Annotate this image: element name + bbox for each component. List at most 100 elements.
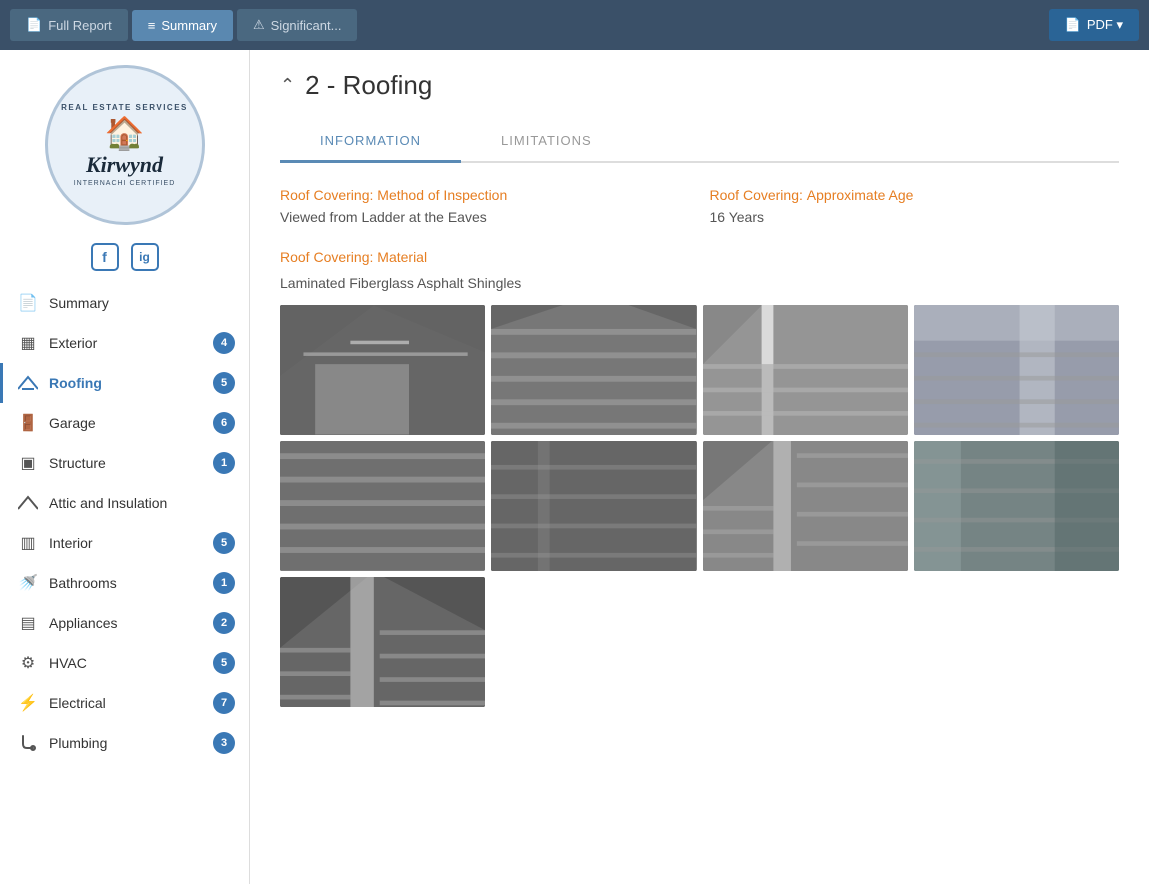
summary-button[interactable]: ≡ Summary bbox=[132, 10, 233, 41]
doc-icon: 📄 bbox=[26, 17, 42, 33]
pdf-label: PDF ▾ bbox=[1087, 17, 1123, 33]
material-highlight: Material bbox=[377, 249, 427, 265]
photo-4[interactable] bbox=[914, 305, 1119, 435]
significant-button[interactable]: ⚠ Significant... bbox=[237, 9, 357, 41]
sidebar-label-bathrooms: Bathrooms bbox=[49, 575, 117, 591]
sidebar-label-attic: Attic and Insulation bbox=[49, 495, 167, 511]
section-title: 2 - Roofing bbox=[305, 70, 432, 101]
sidebar-item-plumbing[interactable]: Plumbing 3 bbox=[0, 723, 249, 763]
photo-9[interactable] bbox=[280, 577, 485, 707]
info-fields: Roof Covering: Method of Inspection View… bbox=[280, 187, 1119, 225]
grid-icon: ▦ bbox=[17, 332, 39, 354]
info-value-age: 16 Years bbox=[710, 209, 1120, 225]
tab-limitations[interactable]: LIMITATIONS bbox=[461, 121, 632, 163]
sidebar-label-plumbing: Plumbing bbox=[49, 735, 107, 751]
top-navigation: 📄 Full Report ≡ Summary ⚠ Significant...… bbox=[0, 0, 1149, 50]
sidebar-label-roofing: Roofing bbox=[49, 375, 102, 391]
photo-1[interactable] bbox=[280, 305, 485, 435]
interior-badge: 5 bbox=[213, 532, 235, 554]
logo-area: REAL ESTATE SERVICES 🏠 Kirwynd INTERNACH… bbox=[0, 50, 249, 235]
facebook-icon[interactable]: f bbox=[91, 243, 119, 271]
door-icon: 🚪 bbox=[17, 412, 39, 434]
structure-badge: 1 bbox=[213, 452, 235, 474]
warn-icon: ⚠ bbox=[253, 17, 265, 33]
photo-grid-row3 bbox=[280, 577, 1119, 707]
sidebar-item-structure[interactable]: ▣ Structure 1 bbox=[0, 443, 249, 483]
electrical-badge: 7 bbox=[213, 692, 235, 714]
sidebar-label-hvac: HVAC bbox=[49, 655, 87, 671]
full-report-label: Full Report bbox=[48, 18, 112, 33]
sidebar-label-summary: Summary bbox=[49, 295, 109, 311]
section-header: ⌃ 2 - Roofing bbox=[280, 70, 1119, 101]
tab-information[interactable]: INFORMATION bbox=[280, 121, 461, 163]
pdf-icon: 📄 bbox=[1065, 17, 1081, 33]
sidebar-label-appliances: Appliances bbox=[49, 615, 118, 631]
sidebar-label-electrical: Electrical bbox=[49, 695, 106, 711]
photo-6[interactable] bbox=[491, 441, 696, 571]
bathrooms-badge: 1 bbox=[213, 572, 235, 594]
sidebar-item-exterior[interactable]: ▦ Exterior 4 bbox=[0, 323, 249, 363]
hvac-icon: ⚙ bbox=[17, 652, 39, 674]
material-label: Roof Covering: Material bbox=[280, 249, 1119, 265]
tab-bar: INFORMATION LIMITATIONS bbox=[280, 121, 1119, 163]
appliances-badge: 2 bbox=[213, 612, 235, 634]
photo-7[interactable] bbox=[703, 441, 908, 571]
logo-cert-text: INTERNACHI CERTIFIED bbox=[74, 180, 176, 187]
sidebar-item-garage[interactable]: 🚪 Garage 6 bbox=[0, 403, 249, 443]
photo-8[interactable] bbox=[914, 441, 1119, 571]
main-layout: REAL ESTATE SERVICES 🏠 Kirwynd INTERNACH… bbox=[0, 50, 1149, 884]
interior-icon: ▥ bbox=[17, 532, 39, 554]
struct-icon: ▣ bbox=[17, 452, 39, 474]
plumbing-icon bbox=[17, 732, 39, 754]
sidebar-item-roofing[interactable]: Roofing 5 bbox=[0, 363, 249, 403]
doc-icon: 📄 bbox=[17, 292, 39, 314]
sidebar-item-hvac[interactable]: ⚙ HVAC 5 bbox=[0, 643, 249, 683]
sidebar-label-interior: Interior bbox=[49, 535, 93, 551]
sidebar-label-garage: Garage bbox=[49, 415, 96, 431]
brand-name: Kirwynd bbox=[86, 152, 163, 178]
info-highlight-age: Approximate Age bbox=[807, 187, 914, 203]
photo-3[interactable] bbox=[703, 305, 908, 435]
significant-label: Significant... bbox=[271, 18, 342, 33]
sidebar-label-structure: Structure bbox=[49, 455, 106, 471]
sidebar-item-electrical[interactable]: ⚡ Electrical 7 bbox=[0, 683, 249, 723]
logo-circle: REAL ESTATE SERVICES 🏠 Kirwynd INTERNACH… bbox=[45, 65, 205, 225]
main-content: ⌃ 2 - Roofing INFORMATION LIMITATIONS Ro… bbox=[250, 50, 1149, 884]
sidebar-nav: 📄 Summary ▦ Exterior 4 Roofing 5 bbox=[0, 283, 249, 884]
list-icon: ≡ bbox=[148, 18, 156, 33]
info-field-age: Roof Covering: Approximate Age 16 Years bbox=[710, 187, 1120, 225]
roofing-badge: 5 bbox=[213, 372, 235, 394]
plumbing-badge: 3 bbox=[213, 732, 235, 754]
sidebar-item-attic[interactable]: Attic and Insulation bbox=[0, 483, 249, 523]
material-value: Laminated Fiberglass Asphalt Shingles bbox=[280, 275, 1119, 291]
sidebar-label-exterior: Exterior bbox=[49, 335, 97, 351]
social-links: f ig bbox=[0, 235, 249, 283]
exterior-badge: 4 bbox=[213, 332, 235, 354]
photo-2[interactable] bbox=[491, 305, 696, 435]
photo-grid-row2 bbox=[280, 441, 1119, 571]
sidebar-item-summary[interactable]: 📄 Summary bbox=[0, 283, 249, 323]
bath-icon: 🚿 bbox=[17, 572, 39, 594]
photo-5[interactable] bbox=[280, 441, 485, 571]
info-field-inspection-method: Roof Covering: Method of Inspection View… bbox=[280, 187, 690, 225]
logo-house-icon: 🏠 bbox=[105, 114, 145, 152]
collapse-arrow-icon[interactable]: ⌃ bbox=[280, 75, 295, 96]
instagram-icon[interactable]: ig bbox=[131, 243, 159, 271]
sidebar: REAL ESTATE SERVICES 🏠 Kirwynd INTERNACH… bbox=[0, 50, 250, 884]
roof-icon bbox=[17, 372, 39, 394]
full-report-button[interactable]: 📄 Full Report bbox=[10, 9, 128, 41]
sidebar-item-appliances[interactable]: ▤ Appliances 2 bbox=[0, 603, 249, 643]
hvac-badge: 5 bbox=[213, 652, 235, 674]
info-highlight-inspection: Method of Inspection bbox=[377, 187, 507, 203]
sidebar-item-interior[interactable]: ▥ Interior 5 bbox=[0, 523, 249, 563]
sidebar-item-bathrooms[interactable]: 🚿 Bathrooms 1 bbox=[0, 563, 249, 603]
info-label-inspection: Roof Covering: Method of Inspection bbox=[280, 187, 690, 203]
attic-icon bbox=[17, 492, 39, 514]
logo-top-text: REAL ESTATE SERVICES bbox=[61, 103, 188, 112]
photo-grid-row1 bbox=[280, 305, 1119, 435]
info-label-age: Roof Covering: Approximate Age bbox=[710, 187, 1120, 203]
pdf-button[interactable]: 📄 PDF ▾ bbox=[1049, 9, 1139, 41]
electrical-icon: ⚡ bbox=[17, 692, 39, 714]
garage-badge: 6 bbox=[213, 412, 235, 434]
info-value-inspection: Viewed from Ladder at the Eaves bbox=[280, 209, 690, 225]
